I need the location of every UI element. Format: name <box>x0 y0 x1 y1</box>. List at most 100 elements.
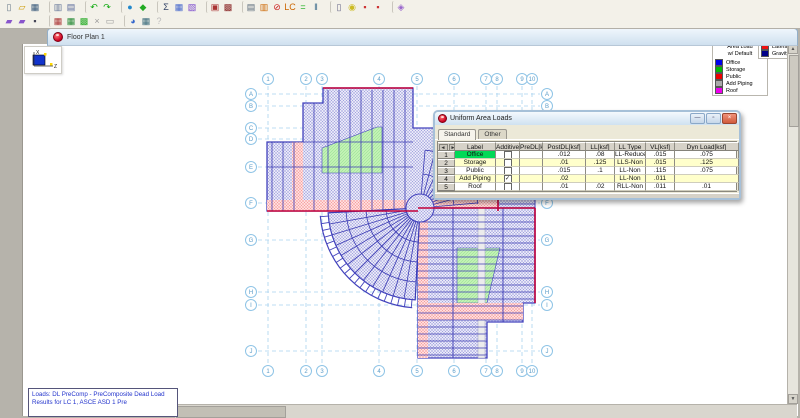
close-button[interactable]: × <box>722 113 737 124</box>
color-columns-icon[interactable]: ▥ <box>258 1 270 13</box>
label-cell[interactable]: Storage <box>455 159 496 167</box>
row-number[interactable]: 2 <box>438 159 455 167</box>
vl-cell[interactable]: .011 <box>646 183 675 191</box>
preview-icon[interactable]: ◉ <box>346 1 358 13</box>
additive-checkbox[interactable] <box>504 167 512 175</box>
col-header-additive[interactable]: Additive <box>496 142 520 151</box>
dynload-cell[interactable] <box>675 175 739 183</box>
equals-icon[interactable]: = <box>297 1 309 13</box>
lltype-cell[interactable]: LL-Non <box>615 167 646 175</box>
row-number[interactable]: 1 <box>438 151 455 159</box>
row-number[interactable]: 4 <box>438 175 455 183</box>
scroll-down-button[interactable]: ▼ <box>788 394 798 404</box>
label-cell[interactable]: Add Piping <box>455 175 496 183</box>
vl-cell[interactable]: .115 <box>646 167 675 175</box>
print-icon[interactable]: ▤ <box>65 1 77 13</box>
lltype-cell[interactable]: LL-Non <box>615 175 646 183</box>
save-results-icon[interactable]: ▦ <box>65 15 77 27</box>
save-alt-icon[interactable]: ▦ <box>140 15 152 27</box>
row-number[interactable]: 3 <box>438 167 455 175</box>
spreadsheet-icon[interactable]: ▤ <box>242 1 257 13</box>
loads-icon[interactable]: ▣ <box>206 1 221 13</box>
redo-icon[interactable]: ↷ <box>101 1 113 13</box>
additive-checkbox[interactable] <box>504 183 512 191</box>
globe-icon[interactable]: ● <box>121 1 136 13</box>
new-file-icon[interactable]: ▯ <box>3 1 15 13</box>
postdl-cell[interactable]: .01 <box>543 159 586 167</box>
no-solve-icon[interactable]: ⊘ <box>271 1 283 13</box>
predl-cell[interactable] <box>520 175 543 183</box>
plate-tool-icon[interactable]: ▰ <box>16 15 28 27</box>
floor-plan-canvas[interactable]: 1122334455667788991010AABBCCDDEEFFGGHHII… <box>0 0 800 418</box>
ll-cell[interactable]: .125 <box>586 159 615 167</box>
dynload-cell[interactable]: .125 <box>675 159 739 167</box>
document-icon[interactable]: ▯ <box>330 1 345 13</box>
postdl-cell[interactable]: .012 <box>543 151 586 159</box>
predl-cell[interactable] <box>520 159 543 167</box>
green-grid-icon[interactable]: ▩ <box>78 15 90 27</box>
col-header-predl[interactable]: PreDL[ksf] <box>520 142 543 151</box>
save-icon[interactable]: ▦ <box>29 1 41 13</box>
horizontal-scroll-thumb[interactable] <box>176 406 286 418</box>
vl-cell[interactable]: .015 <box>646 151 675 159</box>
prev-record-button[interactable]: ◄ <box>439 144 448 151</box>
postdl-cell[interactable]: .02 <box>543 175 586 183</box>
ll-cell[interactable]: .08 <box>586 151 615 159</box>
lltype-cell[interactable]: LL-Reduce <box>615 151 646 159</box>
grid-view-icon[interactable]: ▦ <box>173 1 185 13</box>
horizontal-scrollbar[interactable] <box>175 404 797 418</box>
copy-icon[interactable]: ▥ <box>49 1 64 13</box>
additive-checkbox[interactable] <box>504 151 512 159</box>
cut-disabled-icon[interactable]: × <box>91 15 103 27</box>
vl-cell[interactable]: .011 <box>646 175 675 183</box>
minimize-button[interactable]: — <box>690 113 705 124</box>
tab-other[interactable]: Other <box>478 129 506 139</box>
ll-cell[interactable]: .1 <box>586 167 615 175</box>
predl-cell[interactable] <box>520 167 543 175</box>
additive-checkbox[interactable] <box>504 159 512 167</box>
undo-icon[interactable]: ↶ <box>85 1 100 13</box>
help-diamond-icon[interactable]: ◈ <box>392 1 407 13</box>
floorplan-window-titlebar[interactable]: Floor Plan 1 <box>47 28 798 46</box>
dark-tool-icon[interactable]: ▪ <box>29 15 41 27</box>
dynload-cell[interactable]: .075 <box>675 151 739 159</box>
vertical-scrollbar[interactable]: ▲ ▼ <box>787 44 798 404</box>
label-cell[interactable]: Office <box>455 151 496 159</box>
col-header-postdl[interactable]: PostDL[ksf] <box>543 142 586 151</box>
row-number[interactable]: 5 <box>438 183 455 191</box>
paste-disabled-icon[interactable]: ▭ <box>104 15 116 27</box>
red-tool-icon[interactable]: ▪ <box>359 1 371 13</box>
refresh-icon[interactable]: ◕ <box>124 15 139 27</box>
load-combination-icon[interactable]: LC <box>284 1 296 13</box>
vertical-scroll-thumb[interactable] <box>789 55 799 127</box>
postdl-cell[interactable]: .01 <box>543 183 586 191</box>
deflection-icon[interactable]: ▩ <box>222 1 234 13</box>
render-icon[interactable]: ◆ <box>137 1 149 13</box>
predl-cell[interactable] <box>520 151 543 159</box>
red-tool2-icon[interactable]: ▪ <box>372 1 384 13</box>
lltype-cell[interactable]: RLL-Non <box>615 183 646 191</box>
col-header-label[interactable]: Label <box>455 142 496 151</box>
model-view-icon[interactable]: ▧ <box>186 1 198 13</box>
ll-cell[interactable]: .02 <box>586 183 615 191</box>
postdl-cell[interactable]: .015 <box>543 167 586 175</box>
bars-icon[interactable]: ‖ <box>310 1 322 13</box>
col-header-ll[interactable]: LL[ksf] <box>586 142 615 151</box>
vl-cell[interactable]: .015 <box>646 159 675 167</box>
dynload-cell[interactable]: .01 <box>675 183 739 191</box>
dynload-cell[interactable]: .075 <box>675 167 739 175</box>
beam-sum-icon[interactable]: Σ <box>157 1 172 13</box>
lltype-cell[interactable]: LLS-Non <box>615 159 646 167</box>
member-tool-icon[interactable]: ▰ <box>3 15 15 27</box>
col-header-dynload[interactable]: Dyn Load[ksf] <box>675 142 739 151</box>
dialog-titlebar[interactable]: Uniform Area Loads — ▫ × <box>435 112 739 125</box>
tab-standard[interactable]: Standard <box>438 129 476 140</box>
save-model-icon[interactable]: ▦ <box>49 15 64 27</box>
additive-checkbox[interactable] <box>504 175 512 183</box>
help-disabled-icon[interactable]: ? <box>153 15 165 27</box>
col-header-vl[interactable]: VL[ksf] <box>646 142 675 151</box>
label-cell[interactable]: Public <box>455 167 496 175</box>
open-folder-icon[interactable]: ▱ <box>16 1 28 13</box>
label-cell[interactable]: Roof <box>455 183 496 191</box>
predl-cell[interactable] <box>520 183 543 191</box>
